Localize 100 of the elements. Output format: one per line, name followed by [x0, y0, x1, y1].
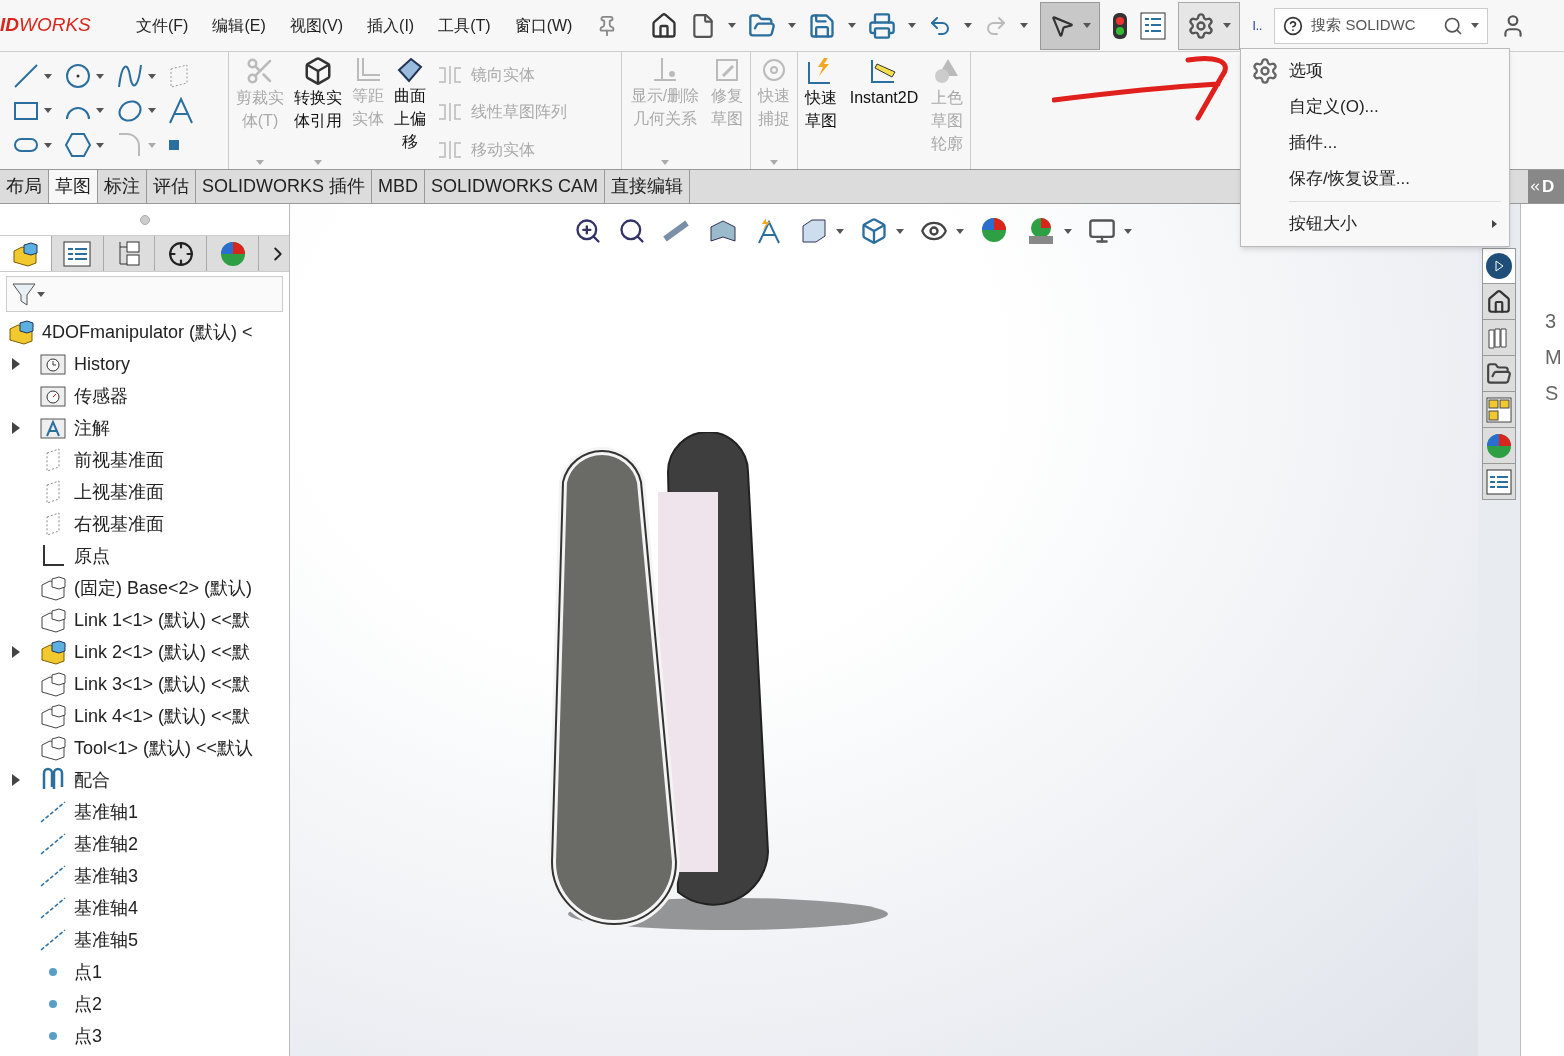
task-pane-tab[interactable] [1482, 320, 1516, 356]
tree-item[interactable]: Link 2<1> (默认) <<默 [74, 638, 251, 666]
search-field[interactable]: 搜索 SOLIDWC [1274, 7, 1489, 44]
tree-item[interactable]: 注解 [74, 414, 110, 442]
command-button[interactable]: Instant2D [844, 56, 924, 169]
menu-item[interactable]: 文件(F) [136, 13, 189, 38]
tree-item[interactable]: 前视基准面 [74, 446, 164, 474]
task-pane-tab[interactable] [1482, 356, 1516, 392]
zoom-fit-icon[interactable] [574, 217, 602, 245]
dropdown-caret-icon[interactable] [896, 228, 904, 234]
tree-item[interactable]: 点1 [74, 958, 102, 986]
tree-item[interactable]: Link 4<1> (默认) <<默 [74, 702, 251, 730]
expand-arrow-icon[interactable] [12, 646, 20, 658]
dropdown-caret-icon[interactable] [908, 23, 917, 28]
menu-item[interactable]: 按钮大小 [1241, 206, 1509, 242]
tree-item[interactable]: Link 3<1> (默认) <<默 [74, 670, 251, 698]
dropdown-caret-icon[interactable] [788, 23, 797, 28]
search-input[interactable]: 搜索 SOLIDWC [1311, 14, 1436, 37]
task-pane-tab[interactable] [1482, 464, 1516, 500]
menu-item[interactable]: 保存/恢复设置... [1241, 161, 1509, 197]
line-icon[interactable] [12, 62, 40, 90]
text-icon[interactable] [168, 96, 194, 125]
menu-item[interactable]: 视图(V) [289, 13, 344, 38]
point-icon[interactable] [168, 139, 180, 151]
tree-item[interactable]: 基准轴4 [74, 894, 138, 922]
dropdown-caret-icon[interactable] [1020, 23, 1029, 28]
property-list-icon[interactable] [63, 240, 92, 267]
home-icon[interactable] [650, 11, 679, 40]
tree-item[interactable]: (固定) Base<2> (默认) [74, 574, 253, 602]
tree-item[interactable]: 4DOFmanipulator (默认) < [42, 318, 253, 346]
dropdown-caret-icon[interactable] [96, 142, 104, 148]
save-icon[interactable] [808, 11, 837, 40]
crosshair-icon[interactable] [167, 240, 194, 267]
help-icon[interactable] [1283, 15, 1304, 36]
tree-item[interactable]: 基准轴3 [74, 862, 138, 890]
splitter-handle-icon[interactable] [139, 214, 150, 225]
task-pane-tab[interactable] [1482, 284, 1516, 320]
collapsed-tab[interactable]: D [1528, 170, 1564, 203]
tree-item[interactable]: 上视基准面 [74, 478, 164, 506]
dropdown-caret-icon[interactable] [728, 23, 737, 28]
options-button[interactable] [1178, 1, 1241, 50]
list-icon[interactable] [1140, 11, 1167, 40]
select-button[interactable] [1040, 1, 1101, 50]
menu-item[interactable]: 窗口(W) [514, 13, 573, 38]
command-button[interactable]: 曲面上偏移 [391, 56, 429, 169]
menu-item[interactable]: 自定义(O)... [1241, 89, 1509, 125]
dropdown-caret-icon[interactable] [1471, 23, 1480, 28]
view-orientation-icon[interactable] [800, 217, 828, 245]
dropdown-caret-icon[interactable] [37, 291, 45, 297]
traffic-light-icon[interactable] [1112, 11, 1129, 40]
tree-item[interactable]: 传感器 [74, 382, 128, 410]
tree-item[interactable]: 配合 [74, 766, 110, 794]
tree-item[interactable]: Tool<1> (默认) <<默认 [74, 734, 254, 762]
dropdown-caret-icon[interactable] [44, 108, 52, 113]
polygon-icon[interactable] [64, 131, 92, 159]
expand-arrow-icon[interactable] [12, 774, 20, 786]
print-icon[interactable] [868, 11, 897, 40]
spline-icon[interactable] [116, 62, 144, 90]
dropdown-caret-icon[interactable] [44, 142, 52, 148]
tree-item[interactable]: 右视基准面 [74, 510, 164, 538]
tree-item[interactable]: Link 1<1> (默认) <<默 [74, 606, 251, 634]
circle-icon[interactable] [64, 62, 92, 90]
tree-item[interactable]: 点3 [74, 1022, 102, 1050]
tree-item[interactable]: 基准轴2 [74, 830, 138, 858]
overflow-label[interactable]: I.. [1252, 16, 1263, 35]
menu-item[interactable]: 编辑(E) [212, 13, 266, 38]
tree-item[interactable]: 基准轴5 [74, 926, 138, 954]
dropdown-caret-icon[interactable] [836, 228, 844, 234]
tree-item[interactable]: History [74, 350, 130, 378]
expand-arrow-icon[interactable] [12, 422, 20, 434]
search-icon[interactable] [1443, 15, 1464, 36]
dropdown-caret-icon[interactable] [96, 73, 104, 79]
monitor-icon[interactable] [1088, 217, 1116, 245]
command-button[interactable]: 转换实体引用 [291, 56, 345, 169]
dropdown-caret-icon[interactable] [964, 23, 973, 28]
zoom-area-icon[interactable] [618, 217, 646, 245]
hierarchy-icon[interactable] [117, 240, 142, 267]
menu-item[interactable]: 选项 [1241, 53, 1509, 89]
dropdown-caret-icon[interactable] [1223, 23, 1232, 28]
ribbon-tab[interactable]: 草图 [49, 170, 98, 203]
dropdown-caret-icon[interactable] [1083, 23, 1092, 28]
dropdown-caret-icon[interactable] [848, 23, 857, 28]
menu-item[interactable]: 插入(I) [367, 13, 415, 38]
dropdown-caret-icon[interactable] [148, 108, 156, 113]
command-button[interactable]: 快速草图 [802, 56, 840, 169]
tree-item[interactable]: 点2 [74, 990, 102, 1018]
menu-item[interactable]: 工具(T) [438, 13, 491, 38]
display-style-icon[interactable] [860, 217, 888, 245]
dropdown-caret-icon[interactable] [44, 73, 52, 79]
menu-item[interactable]: 插件... [1241, 125, 1509, 161]
dropdown-caret-icon[interactable] [1124, 228, 1132, 234]
task-pane-tab[interactable] [1482, 248, 1516, 284]
dropdown-caret-icon[interactable] [1064, 228, 1072, 234]
dropdown-caret-icon[interactable] [96, 108, 104, 113]
tree-item[interactable]: 原点 [74, 542, 110, 570]
dropdown-caret-icon[interactable] [148, 73, 156, 79]
dropdown-caret-icon[interactable] [956, 228, 964, 234]
expand-arrow-icon[interactable] [12, 358, 20, 370]
color-ball-icon[interactable] [219, 240, 246, 267]
tree-item[interactable]: 基准轴1 [74, 798, 138, 826]
